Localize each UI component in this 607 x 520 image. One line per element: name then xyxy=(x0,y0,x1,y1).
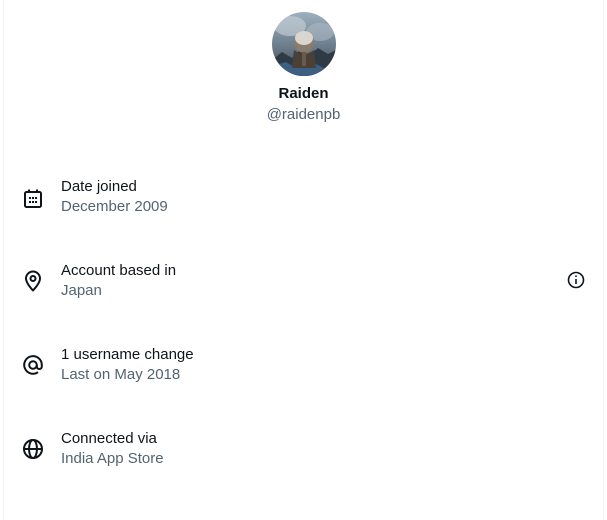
detail-title: Date joined xyxy=(61,178,137,195)
detail-row-date-joined: Date joined December 2009 xyxy=(4,178,603,238)
display-name: Raiden xyxy=(278,85,329,102)
detail-title: Account based in xyxy=(61,262,177,279)
avatar[interactable] xyxy=(272,12,336,76)
detail-row-account-based-in: Account based in Japan xyxy=(4,262,603,322)
detail-value: December 2009 xyxy=(61,198,168,215)
detail-title: Connected via xyxy=(61,430,157,447)
info-icon[interactable] xyxy=(565,269,587,291)
globe-icon xyxy=(21,437,45,461)
about-account-panel: Raiden @raidenpb Date joined December 20… xyxy=(0,0,607,520)
calendar-icon xyxy=(21,187,45,211)
detail-value: Last on May 2018 xyxy=(61,366,181,383)
location-pin-icon xyxy=(21,269,45,293)
detail-row-connected-via: Connected via India App Store xyxy=(4,430,603,490)
detail-value: India App Store xyxy=(61,450,164,467)
detail-value: Japan xyxy=(61,282,102,299)
username-handle: @raidenpb xyxy=(266,106,341,123)
detail-row-username-change: 1 username change Last on May 2018 xyxy=(4,346,603,406)
at-sign-icon xyxy=(21,353,45,377)
panel-right-border xyxy=(603,0,604,520)
detail-title: 1 username change xyxy=(61,346,194,363)
